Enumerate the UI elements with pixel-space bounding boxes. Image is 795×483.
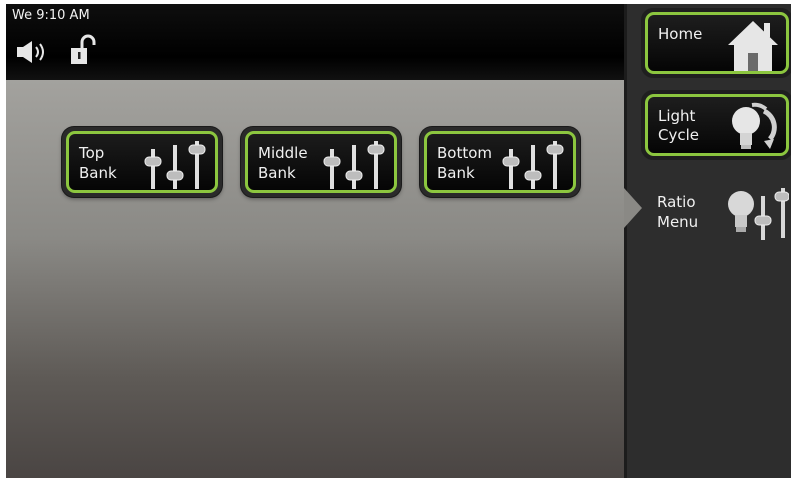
bottom-bank-button[interactable]: Bottom Bank bbox=[420, 127, 580, 197]
sliders-icon bbox=[323, 141, 385, 189]
bottom-bank-button-face[interactable]: Bottom Bank bbox=[424, 131, 576, 193]
house-icon bbox=[728, 21, 778, 71]
top-bank-button[interactable]: Top Bank bbox=[62, 127, 222, 197]
sidebar: Home Light Cycle Ratio Menu bbox=[624, 4, 791, 478]
bulb-slider-icon bbox=[728, 188, 789, 240]
middle-bank-label: Middle Bank bbox=[258, 144, 308, 182]
home-button-face[interactable]: Home bbox=[645, 12, 789, 74]
clock-text: We 9:10 AM bbox=[12, 8, 90, 23]
light-cycle-button-face[interactable]: Light Cycle bbox=[645, 94, 789, 156]
ratio-menu-label: Ratio Menu bbox=[657, 193, 699, 231]
unlocked-padlock-icon[interactable] bbox=[70, 34, 96, 66]
home-label: Home bbox=[658, 25, 703, 43]
light-cycle-label: Light Cycle bbox=[658, 107, 699, 144]
speaker-icon[interactable] bbox=[16, 40, 52, 64]
bottom-bank-label: Bottom Bank bbox=[437, 144, 493, 182]
bulb-cycle-icon bbox=[732, 102, 777, 149]
active-indicator bbox=[624, 188, 642, 228]
top-bank-label: Top Bank bbox=[79, 144, 117, 182]
middle-bank-button-face[interactable]: Middle Bank bbox=[245, 131, 397, 193]
sliders-icon bbox=[144, 141, 206, 189]
top-bank-button-face[interactable]: Top Bank bbox=[66, 131, 218, 193]
light-cycle-button[interactable]: Light Cycle bbox=[641, 90, 791, 160]
content-area: Top Bank Middle Bank Bottom Bank bbox=[6, 80, 624, 478]
app-frame: We 9:10 AM Top Bank Middle Bank Bottom B… bbox=[6, 4, 791, 478]
home-button[interactable]: Home bbox=[641, 8, 791, 78]
sliders-icon bbox=[502, 141, 564, 189]
status-bar: We 9:10 AM bbox=[6, 4, 624, 80]
ratio-menu-item[interactable]: Ratio Menu bbox=[624, 176, 791, 272]
middle-bank-button[interactable]: Middle Bank bbox=[241, 127, 401, 197]
